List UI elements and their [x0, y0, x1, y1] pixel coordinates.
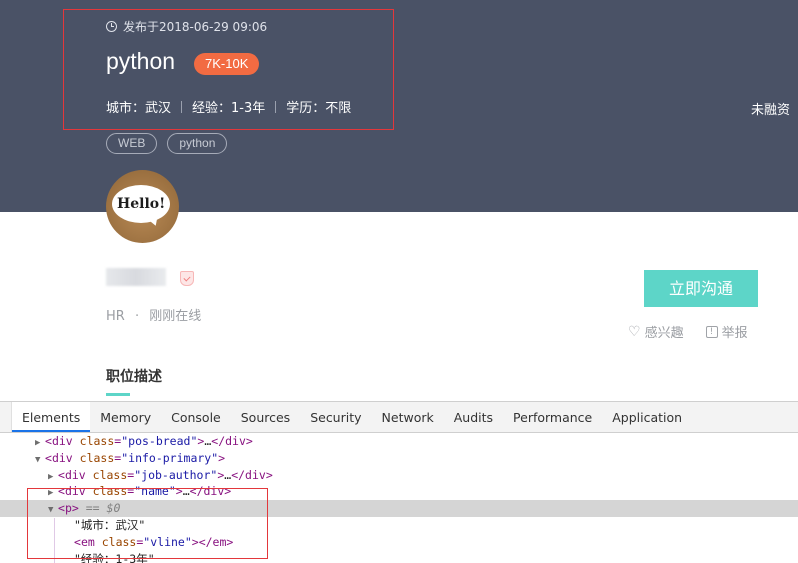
recruiter-status: HR · 刚刚在线 [106, 305, 201, 324]
interest-label: 感兴趣 [644, 326, 684, 341]
dom-node-pos-bread[interactable]: ▶ <div class="pos-bread">…</div> [0, 433, 798, 450]
section-title-underline [106, 393, 130, 396]
tab-elements[interactable]: Elements [12, 402, 91, 432]
tab-application[interactable]: Application [602, 402, 692, 432]
tab-sources[interactable]: Sources [231, 402, 300, 432]
report-label: 举报 [721, 326, 748, 341]
tab-security[interactable]: Security [300, 402, 371, 432]
highlight-annotation-box [27, 488, 268, 559]
section-title[interactable]: 职位描述 [106, 366, 162, 386]
job-actions: ♡ 感兴趣 ! 举报 [628, 322, 748, 342]
report-button[interactable]: ! 举报 [705, 322, 748, 341]
recruiter-role: HR [106, 309, 125, 324]
tab-audits[interactable]: Audits [444, 402, 503, 432]
avatar-text: Hello! [117, 196, 166, 212]
interest-button[interactable]: ♡ 感兴趣 [628, 322, 684, 342]
online-status: 刚刚在线 [149, 309, 202, 324]
tag-web[interactable]: WEB [106, 133, 158, 154]
devtools-left-edge [0, 402, 12, 432]
recruiter-name-blurred [106, 268, 166, 286]
devtools-tabbar: Elements Memory Console Sources Security… [0, 402, 798, 433]
status-separator: · [134, 309, 140, 324]
company-funding-stage: 未融资 [750, 103, 790, 118]
job-tags: WEB python [106, 133, 228, 154]
tab-memory[interactable]: Memory [90, 402, 161, 432]
highlight-annotation-box [63, 9, 394, 130]
heart-icon: ♡ [628, 323, 641, 340]
verified-badge-icon [180, 271, 194, 286]
dom-node-job-author[interactable]: ▶ <div class="job-author">…</div> [0, 467, 798, 484]
tab-performance[interactable]: Performance [503, 402, 602, 432]
start-chat-button[interactable]: 立即沟通 [644, 270, 758, 307]
dom-node-info-primary[interactable]: ▼ <div class="info-primary"> [0, 450, 798, 467]
recruiter-avatar[interactable]: Hello! [106, 170, 179, 243]
tab-console[interactable]: Console [161, 402, 231, 432]
tag-python[interactable]: python [167, 133, 228, 154]
tab-network[interactable]: Network [372, 402, 444, 432]
report-icon: ! [705, 325, 718, 338]
